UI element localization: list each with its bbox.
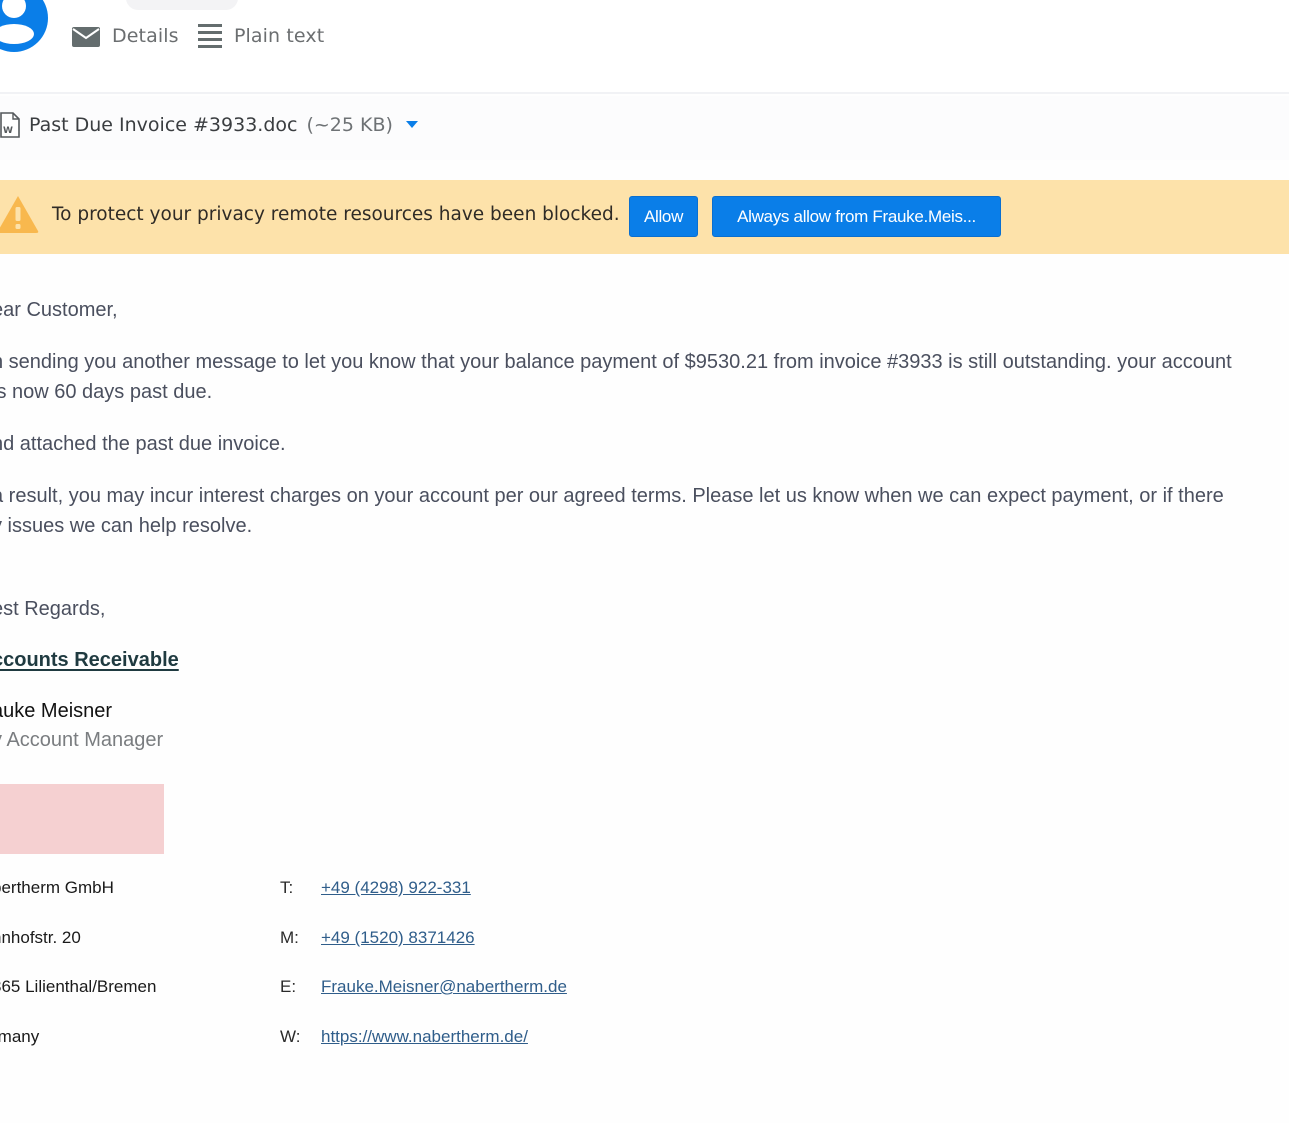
plain-text-label: Plain text (234, 25, 325, 47)
blocked-logo-image (0, 784, 164, 854)
paragraph-3-line-2: y issues we can help resolve. (0, 515, 253, 537)
address-line: bertherm GmbH (0, 878, 114, 897)
paragraph-2: nd attached the past due invoice. (0, 433, 286, 455)
contact-key: W: (280, 1027, 301, 1046)
contact-row: rmany W: https://www.nabertherm.de/ (0, 1027, 700, 1051)
paragraph-1-line-2: is now 60 days past due. (0, 381, 213, 403)
email-viewer: Details Plain text W Past Due Invoice #3… (0, 0, 1289, 1123)
sender-title: y Account Manager (0, 729, 164, 751)
contact-row: nnhofstr. 20 M: +49 (1520) 8371426 (0, 928, 700, 952)
header-pill (126, 0, 238, 10)
email-link[interactable]: Frauke.Meisner@nabertherm.de (321, 977, 567, 997)
address-line: nnhofstr. 20 (0, 928, 81, 947)
allow-button[interactable]: Allow (629, 196, 698, 237)
contact-key: T: (280, 878, 294, 897)
contact-key: M: (280, 928, 299, 947)
website-link[interactable]: https://www.nabertherm.de/ (321, 1027, 528, 1047)
department-name: ccounts Receivable (0, 649, 179, 671)
always-allow-button[interactable]: Always allow from Frauke.Meis... (712, 196, 1001, 237)
notification-text: To protect your privacy remote resources… (52, 204, 620, 225)
attachment-bar: W Past Due Invoice #3933.doc (~25 KB) (0, 96, 1289, 160)
phone-link[interactable]: +49 (4298) 922-331 (321, 878, 471, 898)
remote-content-notification: To protect your privacy remote resources… (0, 180, 1289, 254)
lines-icon (198, 24, 222, 48)
user-avatar-icon (0, 0, 48, 52)
sender-name: auke Meisner (0, 700, 113, 722)
paragraph-3-line-1: a result, you may incur interest charges… (0, 485, 1224, 507)
greeting: ear Customer, (0, 299, 118, 321)
address-line: 365 Lilienthal/Bremen (0, 977, 157, 996)
envelope-icon (72, 27, 100, 47)
word-document-icon: W (0, 112, 20, 138)
contact-row: 365 Lilienthal/Bremen E: Frauke.Meisner@… (0, 977, 700, 1001)
details-button[interactable]: Details (72, 22, 179, 50)
mobile-link[interactable]: +49 (1520) 8371426 (321, 928, 475, 948)
contact-key: E: (280, 977, 297, 996)
svg-text:W: W (3, 126, 13, 136)
attachment-size: (~25 KB) (306, 114, 393, 136)
warning-triangle-icon (0, 196, 39, 233)
contact-row: bertherm GmbH T: +49 (4298) 922-331 (0, 878, 700, 902)
paragraph-1-line-1: n sending you another message to let you… (0, 351, 1232, 373)
attachment-name: Past Due Invoice #3933.doc (29, 114, 298, 136)
closing: est Regards, (0, 598, 106, 620)
plain-text-button[interactable]: Plain text (198, 22, 324, 50)
details-label: Details (112, 25, 179, 47)
message-header: Details Plain text (0, 0, 1289, 94)
address-line: rmany (0, 1027, 40, 1046)
chevron-down-icon[interactable] (405, 121, 418, 129)
attachment-item[interactable]: W Past Due Invoice #3933.doc (~25 KB) (0, 110, 418, 140)
